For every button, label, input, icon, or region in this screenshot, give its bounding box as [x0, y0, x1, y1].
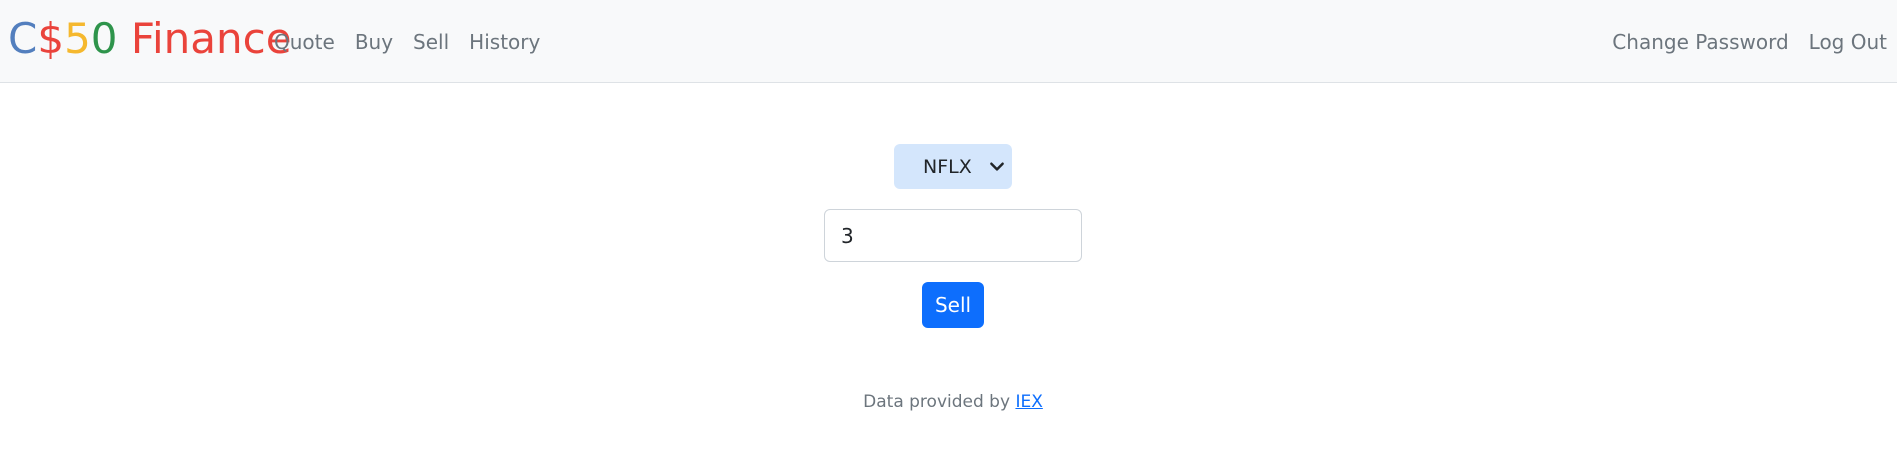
nav-link-history[interactable]: History	[469, 28, 540, 56]
sell-button[interactable]: Sell	[922, 282, 984, 328]
navbar: C$50 Finance Quote Buy Sell History Chan…	[0, 0, 1897, 83]
brand-finance: Finance	[117, 14, 292, 63]
nav-link-change-password[interactable]: Change Password	[1612, 28, 1788, 56]
chevron-down-icon	[990, 162, 1004, 171]
nav-right: Change Password Log Out	[1592, 28, 1887, 56]
nav-link-sell[interactable]: Sell	[413, 28, 449, 56]
iex-link[interactable]: IEX	[1015, 392, 1042, 412]
nav-link-quote[interactable]: Quote	[274, 28, 335, 56]
brand-dollar: $	[37, 14, 65, 63]
brand-five: 5	[64, 14, 91, 63]
brand-zero: 0	[90, 14, 118, 63]
shares-input[interactable]	[824, 209, 1082, 262]
nav-link-log-out[interactable]: Log Out	[1809, 28, 1887, 56]
symbol-select-value: NFLX	[923, 155, 972, 178]
brand-logo[interactable]: C$50 Finance	[8, 14, 292, 64]
brand-c: C	[8, 14, 38, 63]
nav-link-buy[interactable]: Buy	[355, 28, 393, 56]
footer-text: Data provided by	[863, 392, 1016, 412]
nav-left: Quote Buy Sell History	[274, 28, 560, 56]
footer: Data provided by IEX	[0, 392, 1897, 412]
symbol-select[interactable]: NFLX	[894, 144, 1012, 189]
